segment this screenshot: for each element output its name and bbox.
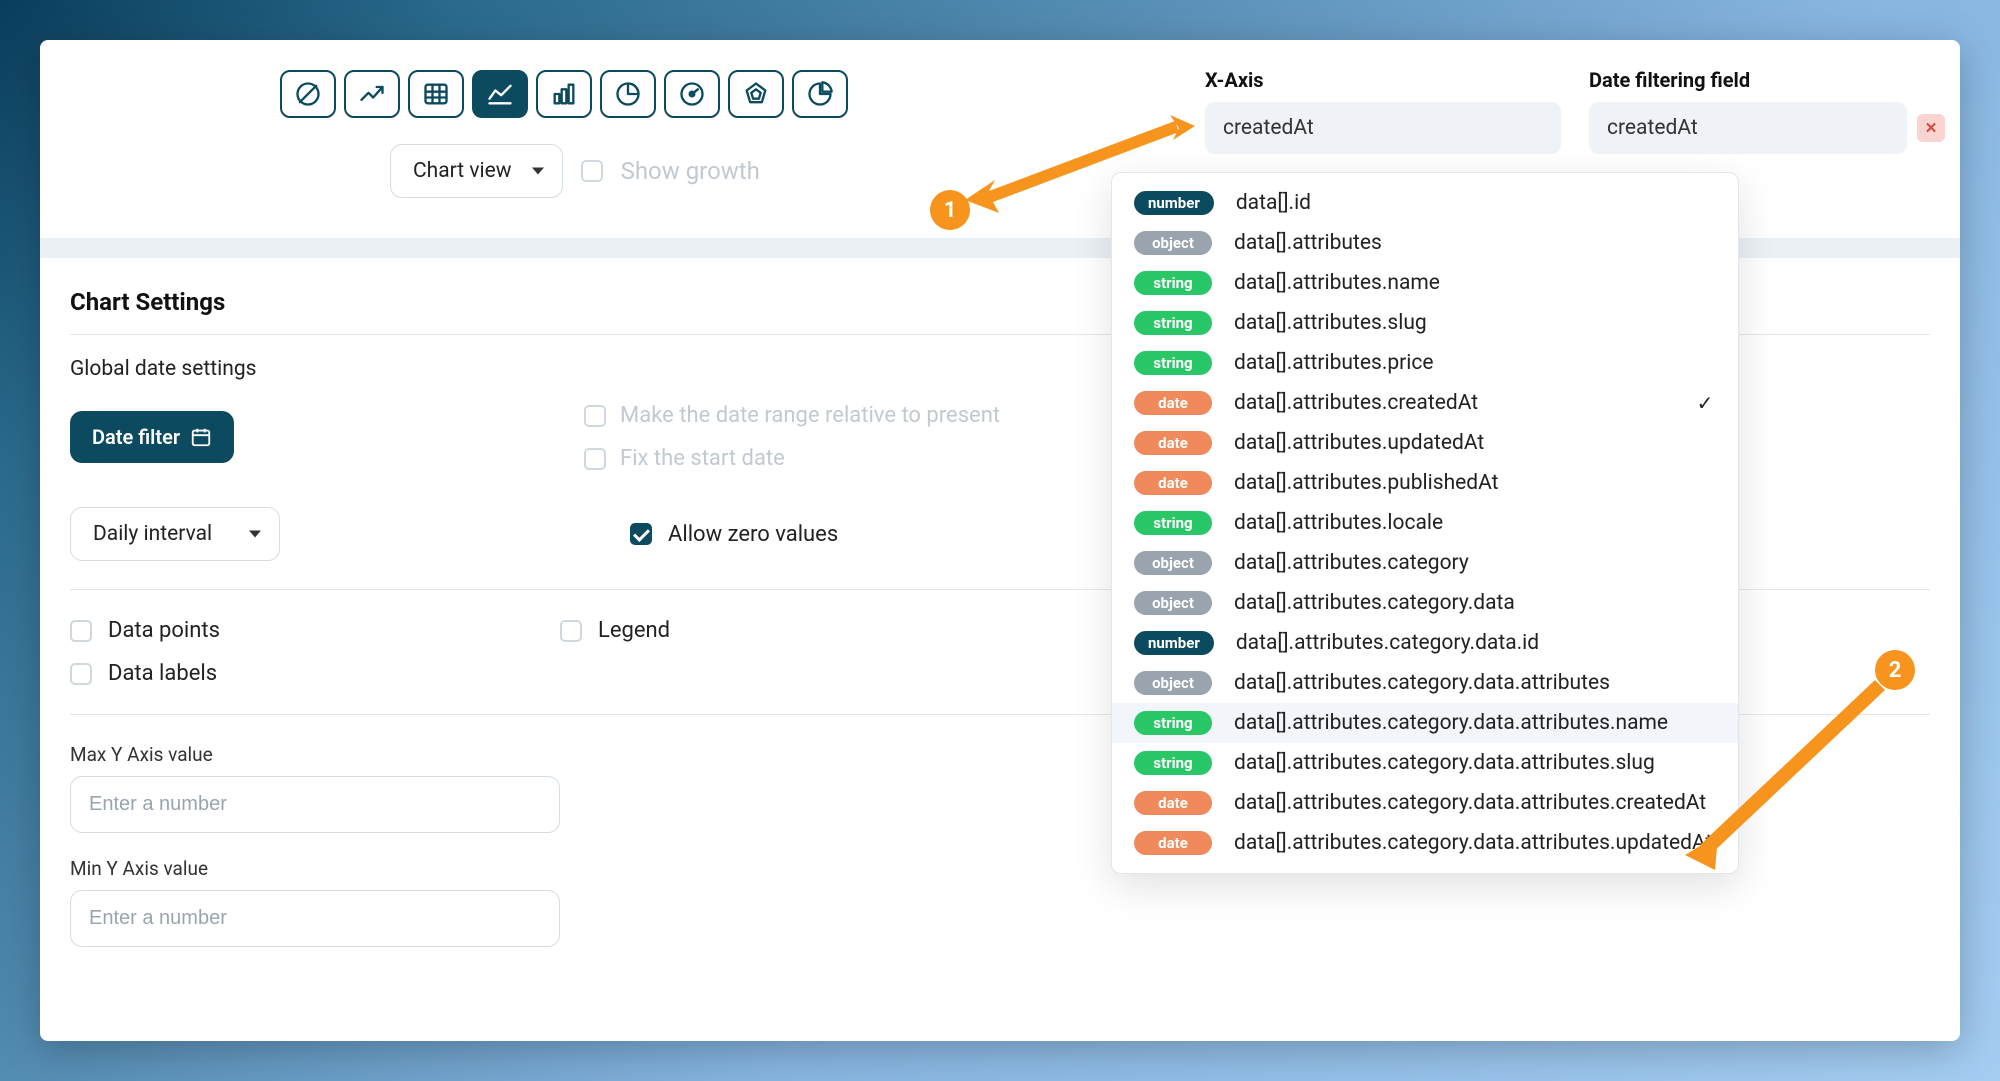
x-axis-value: createdAt [1223, 116, 1314, 140]
chart-type-none-icon[interactable] [280, 70, 336, 118]
field-option[interactable]: date data[].attributes.publishedAt [1112, 463, 1738, 503]
field-path: data[].attributes.category.data.attribut… [1234, 671, 1672, 695]
close-icon: ✕ [1925, 119, 1938, 137]
chart-type-table-icon[interactable] [408, 70, 464, 118]
field-path: data[].attributes.updatedAt [1234, 431, 1672, 455]
field-option[interactable]: string data[].attributes.slug [1112, 303, 1738, 343]
type-pill: date [1134, 471, 1212, 495]
x-axis-field[interactable]: createdAt [1205, 102, 1561, 154]
min-y-input[interactable] [70, 890, 560, 947]
chart-type-bar-icon[interactable] [536, 70, 592, 118]
type-pill: date [1134, 791, 1212, 815]
field-path: data[].attributes.category.data.attribut… [1234, 751, 1672, 775]
field-dropdown[interactable]: number data[].id object data[].attributes st… [1111, 172, 1739, 874]
date-filter-button[interactable]: Date filter [70, 411, 234, 463]
field-path: data[].attributes.category.data [1234, 591, 1672, 615]
field-path: data[].attributes.name [1234, 271, 1672, 295]
type-pill: string [1134, 751, 1212, 775]
legend-checkbox[interactable] [560, 620, 582, 642]
chevron-down-icon [249, 531, 261, 538]
field-path: data[].attributes.createdAt [1234, 391, 1672, 415]
date-filtering-value: createdAt [1607, 116, 1698, 140]
field-option[interactable]: date data[].attributes.updatedAt [1112, 423, 1738, 463]
type-pill: number [1134, 191, 1214, 215]
legend-label: Legend [598, 618, 670, 643]
x-axis-heading: X-Axis [1205, 68, 1561, 92]
chart-type-pie-icon[interactable] [792, 70, 848, 118]
field-option[interactable]: string data[].attributes.locale [1112, 503, 1738, 543]
date-filter-label: Date filter [92, 425, 180, 449]
date-filtering-heading: Date filtering field [1589, 68, 1945, 92]
field-option[interactable]: date data[].attributes.category.data.attr… [1112, 783, 1738, 823]
data-labels-checkbox[interactable] [70, 663, 92, 685]
field-path: data[].attributes.locale [1234, 511, 1672, 535]
field-path: data[].attributes.category [1234, 551, 1672, 575]
calendar-icon [190, 426, 212, 448]
fix-start-label: Fix the start date [620, 446, 785, 471]
field-option[interactable]: string data[].attributes.category.data.at… [1112, 743, 1738, 783]
type-pill: number [1134, 631, 1214, 655]
field-option[interactable]: object data[].attributes.category [1112, 543, 1738, 583]
data-labels-label: Data labels [108, 661, 217, 686]
type-pill: date [1134, 391, 1212, 415]
field-option[interactable]: number data[].id [1112, 183, 1738, 223]
data-points-checkbox[interactable] [70, 620, 92, 642]
field-path: data[].attributes.category.data.id [1236, 631, 1672, 655]
relative-range-label: Make the date range relative to present [620, 403, 1000, 428]
show-growth-checkbox[interactable] [581, 160, 603, 182]
remove-date-filter-button[interactable]: ✕ [1917, 114, 1945, 142]
chart-type-radar-icon[interactable] [728, 70, 784, 118]
field-option[interactable]: string data[].attributes.price [1112, 343, 1738, 383]
fix-start-checkbox[interactable] [584, 448, 606, 470]
chart-view-label: Chart view [413, 159, 512, 183]
field-path: data[].attributes.category.data.attribut… [1234, 831, 1712, 855]
type-pill: string [1134, 311, 1212, 335]
field-option[interactable]: object data[].attributes.category.data [1112, 583, 1738, 623]
show-growth-label: Show growth [621, 157, 760, 185]
type-pill: object [1134, 231, 1212, 255]
data-points-label: Data points [108, 618, 220, 643]
type-pill: string [1134, 351, 1212, 375]
chart-type-line-icon[interactable] [344, 70, 400, 118]
interval-label: Daily interval [93, 522, 212, 546]
field-option[interactable]: date data[].attributes.createdAt ✓ [1112, 383, 1738, 423]
type-pill: object [1134, 551, 1212, 575]
chevron-down-icon [532, 168, 544, 175]
field-option[interactable]: object data[].attributes.category.data.at… [1112, 663, 1738, 703]
check-icon: ✓ [1694, 391, 1716, 415]
chart-type-gauge-icon[interactable] [664, 70, 720, 118]
axis-config-area: X-Axis createdAt Date filtering field cr… [1205, 68, 1945, 874]
field-path: data[].attributes.category.data.attribut… [1234, 791, 1706, 815]
relative-range-checkbox[interactable] [584, 405, 606, 427]
field-path: data[].attributes.category.data.attribut… [1234, 711, 1672, 735]
field-option[interactable]: date data[].attributes.category.data.attr… [1112, 823, 1738, 863]
field-option[interactable]: object data[].attributes [1112, 223, 1738, 263]
allow-zero-checkbox[interactable] [630, 523, 652, 545]
field-path: data[].id [1236, 191, 1672, 215]
type-pill: string [1134, 511, 1212, 535]
field-path: data[].attributes.publishedAt [1234, 471, 1672, 495]
field-option[interactable]: number data[].attributes.category.data.id [1112, 623, 1738, 663]
type-pill: date [1134, 831, 1212, 855]
max-y-input[interactable] [70, 776, 560, 833]
field-path: data[].attributes.price [1234, 351, 1672, 375]
type-pill: string [1134, 271, 1212, 295]
field-path: data[].attributes [1234, 231, 1672, 255]
chart-type-donut-icon[interactable] [600, 70, 656, 118]
type-pill: object [1134, 671, 1212, 695]
chart-type-area-icon[interactable] [472, 70, 528, 118]
allow-zero-label: Allow zero values [668, 522, 838, 547]
field-option[interactable]: string data[].attributes.name [1112, 263, 1738, 303]
chart-view-select[interactable]: Chart view [390, 144, 563, 198]
type-pill: string [1134, 711, 1212, 735]
type-pill: object [1134, 591, 1212, 615]
type-pill: date [1134, 431, 1212, 455]
settings-panel: Chart view Show growth Chart Settings Gl… [40, 40, 1960, 1041]
field-path: data[].attributes.slug [1234, 311, 1672, 335]
interval-select[interactable]: Daily interval [70, 507, 280, 561]
field-option[interactable]: string data[].attributes.category.data.at… [1112, 703, 1738, 743]
date-filtering-field[interactable]: createdAt [1589, 102, 1907, 154]
